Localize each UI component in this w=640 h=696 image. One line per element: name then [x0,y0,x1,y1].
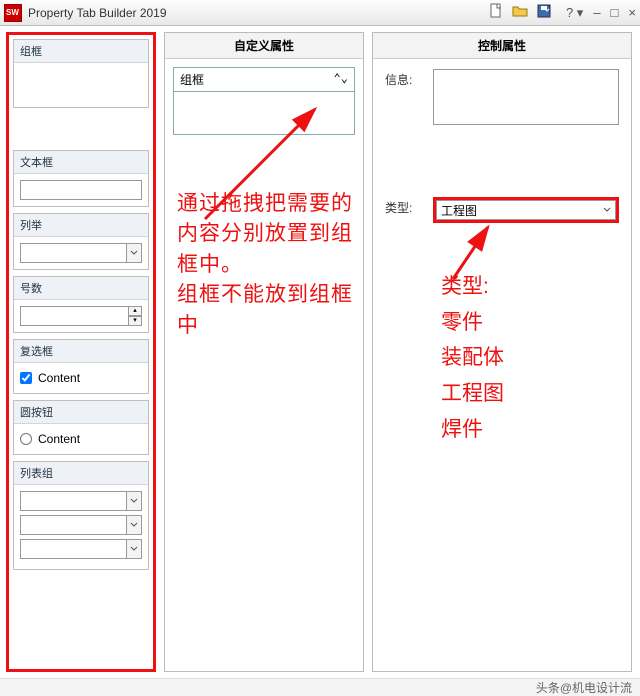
chevron-down-icon[interactable] [126,515,142,535]
palette-radio[interactable]: 圆按钮 Content [13,400,149,455]
chevron-down-icon[interactable] [126,539,142,559]
footer-bar: 头条@机电设计流 [0,678,640,696]
type-value: 工程图 [441,202,477,219]
window-title: Property Tab Builder 2019 [28,6,167,20]
listgroup-combo-2[interactable] [20,515,142,535]
checkbox-item-label: Content [38,371,80,385]
palette-column: 组框 文本框 列举 号数 ▴▾ [6,32,156,672]
info-field: 信息: [385,69,619,125]
palette-textbox[interactable]: 文本框 [13,150,149,207]
close-icon[interactable]: × [628,5,636,20]
palette-checkbox[interactable]: 复选框 Content [13,339,149,394]
type-field: 类型: 工程图 [385,197,619,223]
maximize-icon[interactable]: □ [611,5,619,20]
new-file-icon[interactable] [488,3,504,22]
open-file-icon[interactable] [512,3,528,22]
palette-textbox-label: 文本框 [14,151,148,174]
list-preview-combo[interactable] [20,243,142,263]
annotation-right: 类型: 零件 装配体 工程图 焊件 [441,269,504,447]
checkbox-input[interactable] [20,372,32,384]
custom-props-column: 自定义属性 组框 ⌃⌄ 通过拖拽把需要的内容分别放置到组框中。 组框不能放到组框… [164,32,364,672]
radio-item-label: Content [38,432,80,446]
chevron-down-icon[interactable] [126,491,142,511]
listgroup-combo-1[interactable] [20,491,142,511]
save-icon[interactable] [536,3,552,22]
palette-list[interactable]: 列举 [13,213,149,270]
info-textarea[interactable] [433,69,619,125]
radio-preview[interactable]: Content [20,430,142,448]
toolbar-icons [488,3,552,22]
textbox-preview-input[interactable] [20,180,142,200]
footer-credit: 头条@机电设计流 [536,679,632,696]
collapse-icon[interactable]: ⌃⌄ [334,71,348,88]
control-props-header: 控制属性 [373,33,631,59]
palette-number[interactable]: 号数 ▴▾ [13,276,149,333]
help-icon[interactable]: ? ▾ [566,5,583,21]
info-label: 信息: [385,69,425,88]
annotation-mid: 通过拖拽把需要的内容分别放置到组框中。 组框不能放到组框中 [177,189,363,341]
radio-input[interactable] [20,433,32,445]
palette-groupbox[interactable]: 组框 [13,39,149,108]
palette-list-label: 列举 [14,214,148,237]
app-logo-icon [4,4,22,22]
number-preview-spinner[interactable]: ▴▾ [20,306,142,326]
spinner-up-icon[interactable]: ▴ [128,306,142,316]
groupbox-instance[interactable]: 组框 ⌃⌄ [173,67,355,135]
checkbox-preview[interactable]: Content [20,369,142,387]
palette-listgroup[interactable]: 列表组 [13,461,149,570]
chevron-down-icon [603,206,611,214]
palette-listgroup-label: 列表组 [14,462,148,485]
minimize-icon[interactable]: – [593,5,600,20]
groupbox-label: 组框 [180,71,204,88]
type-select[interactable]: 工程图 [436,200,616,220]
listgroup-combo-3[interactable] [20,539,142,559]
palette-groupbox-label: 组框 [14,40,148,63]
custom-props-header: 自定义属性 [165,33,363,59]
palette-number-label: 号数 [14,277,148,300]
control-props-column: 控制属性 信息: 类型: 工程图 类型: 零件 装配体 工程图 [372,32,632,672]
chevron-down-icon[interactable] [126,243,142,263]
spinner-down-icon[interactable]: ▾ [128,316,142,326]
workspace: 组框 文本框 列举 号数 ▴▾ [0,26,640,678]
type-label: 类型: [385,197,425,216]
title-bar: Property Tab Builder 2019 ? ▾ – □ × [0,0,640,26]
palette-radio-label: 圆按钮 [14,401,148,424]
palette-checkbox-label: 复选框 [14,340,148,363]
